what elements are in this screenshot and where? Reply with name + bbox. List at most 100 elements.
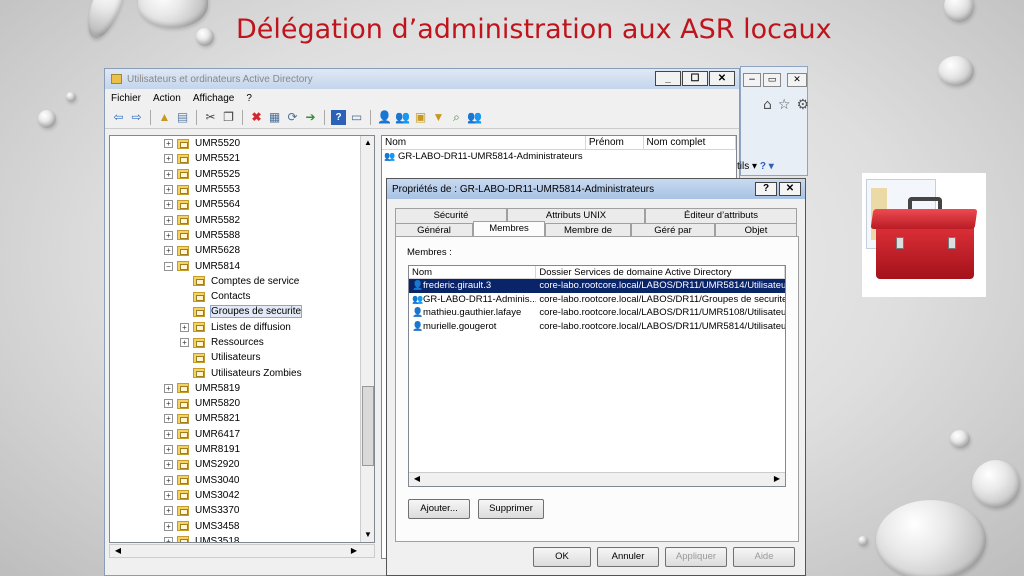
- expand-icon[interactable]: +: [164, 475, 173, 485]
- tree-item[interactable]: Contacts: [110, 289, 374, 304]
- tree-item[interactable]: + UMR5820: [110, 396, 374, 411]
- menu-affichage[interactable]: Affichage: [193, 93, 235, 104]
- maximize-button[interactable]: ☐: [682, 71, 708, 86]
- minimize-button[interactable]: _: [655, 71, 681, 86]
- scroll-up-arrow-icon[interactable]: ▲: [362, 137, 374, 149]
- console-tree[interactable]: + UMR5520 + UMR5521 + UMR5525 + UMR5553 + UMR5564…: [109, 135, 375, 543]
- expand-icon[interactable]: +: [164, 169, 173, 179]
- properties-icon[interactable]: ▦: [267, 110, 282, 125]
- expand-icon[interactable]: +: [164, 185, 173, 195]
- home-icon[interactable]: ⌂: [763, 97, 778, 113]
- scroll-right-arrow-icon[interactable]: ▶: [771, 473, 783, 485]
- expand-icon[interactable]: +: [164, 536, 173, 542]
- expand-icon[interactable]: +: [164, 429, 173, 439]
- tree-item[interactable]: + UMS3040: [110, 473, 374, 488]
- column-header-prenom[interactable]: Prénom: [586, 136, 644, 149]
- expand-icon[interactable]: +: [164, 414, 173, 424]
- expand-icon[interactable]: +: [164, 230, 173, 240]
- tree-item[interactable]: + Ressources: [110, 335, 374, 350]
- close-button[interactable]: ✕: [779, 182, 801, 196]
- refresh-icon[interactable]: ⟳: [285, 110, 300, 125]
- remove-member-button[interactable]: Supprimer: [478, 499, 544, 519]
- back-arrow-icon[interactable]: ⇦: [111, 110, 126, 125]
- expand-icon[interactable]: +: [164, 383, 173, 393]
- delete-icon[interactable]: ✖: [249, 110, 264, 125]
- tree-item[interactable]: + UMR5628: [110, 243, 374, 258]
- find-icon[interactable]: ⌕: [449, 110, 464, 125]
- close-button[interactable]: ✕: [709, 71, 735, 86]
- expand-icon[interactable]: +: [164, 246, 173, 256]
- maximize-button[interactable]: ▭: [763, 73, 781, 87]
- column-header-nom[interactable]: Nom: [382, 136, 586, 149]
- column-header-nom-complet[interactable]: Nom complet: [644, 136, 736, 149]
- collapse-icon[interactable]: −: [164, 261, 173, 271]
- new-user-icon[interactable]: 👤: [377, 110, 392, 125]
- expand-icon[interactable]: +: [164, 139, 173, 149]
- tree-item[interactable]: + UMR5525: [110, 167, 374, 182]
- export-list-icon[interactable]: ➔: [303, 110, 318, 125]
- favorites-star-icon[interactable]: ☆: [778, 97, 797, 113]
- help-button[interactable]: ?: [755, 182, 777, 196]
- tree-item[interactable]: Comptes de service: [110, 274, 374, 289]
- scroll-left-arrow-icon[interactable]: ◀: [112, 545, 124, 557]
- minimize-button[interactable]: −: [743, 73, 761, 87]
- cancel-button[interactable]: Annuler: [597, 547, 659, 567]
- tree-vertical-scrollbar[interactable]: ▲ ▼: [360, 136, 374, 542]
- help-icon[interactable]: ?: [331, 110, 346, 125]
- tree-item[interactable]: + UMR5821: [110, 411, 374, 426]
- tree-item[interactable]: + UMR5588: [110, 228, 374, 243]
- scroll-thumb[interactable]: [362, 386, 374, 466]
- window-titlebar[interactable]: Utilisateurs et ordinateurs Active Direc…: [105, 69, 739, 89]
- expand-icon[interactable]: +: [164, 154, 173, 164]
- list-item[interactable]: 👥 GR-LABO-DR11-UMR5814-Administrateurs: [382, 150, 736, 163]
- expand-icon[interactable]: +: [164, 490, 173, 500]
- tree-item[interactable]: + UMR5819: [110, 381, 374, 396]
- scroll-left-arrow-icon[interactable]: ◀: [411, 473, 423, 485]
- expand-icon[interactable]: +: [164, 215, 173, 225]
- tree-item[interactable]: + UMS3518: [110, 534, 374, 542]
- expand-icon[interactable]: +: [164, 200, 173, 210]
- dialog-titlebar[interactable]: Propriétés de : GR-LABO-DR11-UMR5814-Adm…: [387, 179, 805, 199]
- up-folder-icon[interactable]: ▲: [157, 110, 172, 125]
- tree-item[interactable]: + UMS3458: [110, 518, 374, 533]
- expand-icon[interactable]: +: [180, 338, 189, 347]
- tree-item[interactable]: + UMR6417: [110, 427, 374, 442]
- tree-item[interactable]: + UMR8191: [110, 442, 374, 457]
- copy-icon[interactable]: ❐: [221, 110, 236, 125]
- menu-action[interactable]: Action: [153, 93, 181, 104]
- scroll-right-arrow-icon[interactable]: ▶: [348, 545, 360, 557]
- cut-icon[interactable]: ✂: [203, 110, 218, 125]
- expand-icon[interactable]: +: [164, 445, 173, 455]
- view-icon[interactable]: ▭: [349, 110, 364, 125]
- new-ou-icon[interactable]: ▣: [413, 110, 428, 125]
- tree-item[interactable]: Utilisateurs: [110, 350, 374, 365]
- member-row[interactable]: 👤frederic.girault.3 core-labo.rootcore.lo…: [409, 279, 785, 293]
- tree-item[interactable]: + UMR5564: [110, 197, 374, 212]
- tree-item[interactable]: + UMS3042: [110, 488, 374, 503]
- tree-item[interactable]: + Listes de diffusion: [110, 320, 374, 335]
- member-row[interactable]: 👤murielle.gougerot core-labo.rootcore.loc…: [409, 320, 785, 334]
- expand-icon[interactable]: +: [164, 399, 173, 409]
- apply-button[interactable]: Appliquer: [665, 547, 727, 567]
- scroll-down-arrow-icon[interactable]: ▼: [362, 529, 374, 541]
- menu-help[interactable]: ?: [246, 93, 252, 104]
- show-console-tree-icon[interactable]: ▤: [175, 110, 190, 125]
- tree-item[interactable]: + UMS3370: [110, 503, 374, 518]
- column-header-dossier[interactable]: Dossier Services de domaine Active Direc…: [536, 266, 785, 278]
- tree-item[interactable]: + UMR5553: [110, 182, 374, 197]
- tree-item[interactable]: + UMR5521: [110, 151, 374, 166]
- tree-item[interactable]: − UMR5814: [110, 258, 374, 273]
- members-horizontal-scrollbar[interactable]: ◀ ▶: [409, 472, 785, 486]
- menu-fichier[interactable]: Fichier: [111, 93, 141, 104]
- forward-arrow-icon[interactable]: ⇨: [129, 110, 144, 125]
- close-button[interactable]: ✕: [787, 73, 807, 87]
- tree-horizontal-scrollbar[interactable]: ◀ ▶: [109, 544, 375, 558]
- help-button[interactable]: Aide: [733, 547, 795, 567]
- tree-item[interactable]: + UMS2920: [110, 457, 374, 472]
- expand-icon[interactable]: +: [180, 322, 189, 332]
- tree-item[interactable]: + UMR5520: [110, 136, 374, 151]
- new-group-icon[interactable]: 👥: [395, 110, 410, 125]
- ok-button[interactable]: OK: [533, 547, 591, 567]
- filter-icon[interactable]: ▼: [431, 110, 446, 125]
- tab-editeur-attributs[interactable]: Éditeur d’attributs: [645, 208, 797, 223]
